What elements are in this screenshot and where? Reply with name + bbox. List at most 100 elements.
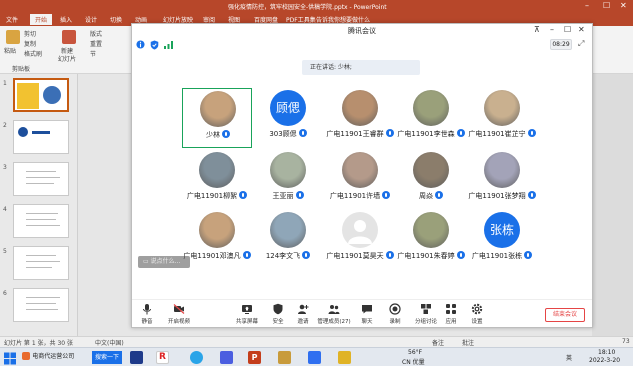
participant-tile[interactable]: 少林 [182, 88, 252, 148]
section-button[interactable]: 节 [90, 49, 96, 58]
new-slide-label: 幻灯片 [58, 56, 77, 63]
avatar [342, 152, 378, 188]
participant-tile[interactable]: 顾偲 303顾偲 [253, 88, 323, 148]
participant-tile[interactable]: 广电11901崔芷宁 [467, 88, 537, 148]
participant-name-row: 广电11901张栋 [447, 251, 557, 261]
tab-file[interactable]: 文件 [6, 15, 18, 24]
participant-tile[interactable]: 124李文飞 [253, 210, 323, 270]
tab-design[interactable]: 设计 [85, 15, 97, 24]
avatar [413, 90, 449, 126]
taskbar-window-button[interactable]: 电商代运营公司 [22, 351, 92, 364]
windows-start-icon[interactable] [4, 351, 16, 366]
participant-tile[interactable]: 广电11901李世森 [396, 88, 466, 148]
slide-editor-edge [592, 74, 633, 336]
slide-number: 2 [3, 122, 7, 129]
gear-icon [471, 303, 483, 315]
settings-button[interactable]: 设置 [460, 303, 494, 325]
participant-tile[interactable]: 周焱 [396, 150, 466, 210]
zoom-level[interactable]: 73 [622, 338, 630, 345]
signal-icon[interactable] [164, 41, 173, 49]
app-icon[interactable]: R [156, 351, 169, 364]
minimize-icon[interactable]: – [585, 1, 589, 10]
participant-tile[interactable]: 广电11901柳絮 [182, 150, 252, 210]
participant-tile[interactable]: 王亚丽 [253, 150, 323, 210]
slide-number: 3 [3, 164, 7, 171]
close-icon[interactable]: ✕ [620, 1, 627, 10]
microphone-icon [435, 191, 443, 199]
microphone-icon [295, 191, 304, 199]
slide-thumbnail[interactable] [13, 78, 69, 112]
avatar [270, 152, 306, 188]
slide-number: 1 [3, 80, 7, 87]
slide-thumbnail[interactable] [13, 162, 69, 196]
weather-temperature[interactable]: 56°F [408, 349, 422, 356]
participant-tile[interactable]: 广电11901莫昊天 [325, 210, 395, 270]
slide-thumbnail[interactable] [13, 120, 69, 154]
tab-insert[interactable]: 插入 [60, 15, 72, 24]
breakout-icon [421, 304, 431, 314]
end-meeting-button[interactable]: 结束会议 [545, 308, 585, 322]
manage-members-button[interactable]: 管理成员(27) [317, 303, 351, 325]
ime-indicator[interactable]: 英 [566, 353, 572, 362]
copy-button[interactable]: 复制 [24, 39, 36, 48]
mute-button[interactable]: 静音 [130, 303, 164, 325]
format-painter-button[interactable]: 格式刷 [24, 49, 42, 58]
participant-tile[interactable]: 广电11901张梦翔 [467, 150, 537, 210]
microphone-icon [527, 129, 536, 137]
clock-date[interactable]: 2022-3-20 [589, 357, 620, 364]
app-icon[interactable] [220, 351, 233, 364]
powerpoint-icon[interactable]: P [248, 351, 261, 364]
microphone-icon [222, 130, 230, 138]
maximize-icon[interactable]: ☐ [603, 1, 610, 10]
participant-name: 广电11901许墙 [329, 192, 381, 200]
fullscreen-icon[interactable]: ⤢ [578, 39, 584, 49]
comments-button[interactable]: 批注 [462, 338, 474, 347]
search-button[interactable]: 搜索一下 [92, 351, 122, 364]
microphone-icon [527, 191, 536, 199]
meeting-app-icon[interactable] [308, 351, 321, 364]
app-icon[interactable] [278, 351, 291, 364]
slide-thumbnail[interactable] [13, 246, 69, 280]
participant-name: 少林 [206, 131, 220, 139]
invite-button[interactable]: 邀请 [286, 303, 320, 325]
tab-transitions[interactable]: 切换 [110, 15, 122, 24]
app-icon[interactable] [190, 351, 203, 364]
maximize-icon[interactable]: ☐ [564, 25, 571, 35]
reset-button[interactable]: 重置 [90, 39, 102, 48]
shield-icon[interactable] [150, 40, 159, 50]
microphone-icon [524, 251, 533, 259]
tab-home[interactable]: 开始 [30, 14, 53, 25]
avatar: 张栋 [484, 212, 520, 248]
info-icon[interactable] [136, 40, 145, 49]
notes-button[interactable]: 备注 [432, 338, 444, 347]
close-icon[interactable]: ✕ [578, 25, 585, 35]
air-quality[interactable]: CN 优量 [402, 357, 425, 366]
video-button[interactable]: 开启视频 [162, 303, 196, 325]
participant-tile[interactable]: 张栋 广电11901张栋 [467, 210, 537, 270]
minimize-icon[interactable]: – [550, 25, 554, 35]
slide-number: 5 [3, 248, 7, 255]
app-icon[interactable] [130, 351, 143, 364]
chat-input-pill[interactable]: ▭ 说点什么... [138, 256, 190, 268]
participant-tile[interactable]: 广电11901邓澳凡 [182, 210, 252, 270]
participant-tile[interactable]: 广电11901许墙 [325, 150, 395, 210]
meeting-window: 腾讯会议 ⊼ – ☐ ✕ 08:29 ⤢ 正在讲话: 少林; 少林 顾偲 303顾偲… [131, 23, 593, 328]
taskbar-window-label: 电商代运营公司 [32, 353, 75, 360]
avatar [270, 212, 306, 248]
slide-thumbnail[interactable] [13, 288, 69, 322]
participant-name-row: 广电11901张梦翔 [447, 191, 557, 201]
record-button[interactable]: 录制 [378, 303, 412, 325]
clock-time[interactable]: 18:10 [598, 349, 615, 356]
layout-button[interactable]: 版式 [90, 29, 102, 38]
paste-button[interactable]: 粘贴 [4, 46, 16, 55]
app-icon[interactable] [338, 351, 351, 364]
slide-thumbnail[interactable] [13, 204, 69, 238]
share-screen-button[interactable]: 共享屏幕 [230, 303, 264, 325]
participant-tile[interactable]: 广电11901朱春婷 [396, 210, 466, 270]
new-slide-icon[interactable] [62, 30, 76, 44]
cut-button[interactable]: 剪切 [24, 29, 36, 38]
participant-tile[interactable]: 广电11901王睿群 [325, 88, 395, 148]
add-user-icon [298, 304, 309, 314]
paste-icon[interactable] [6, 30, 20, 44]
pin-icon[interactable]: ⊼ [534, 25, 540, 35]
